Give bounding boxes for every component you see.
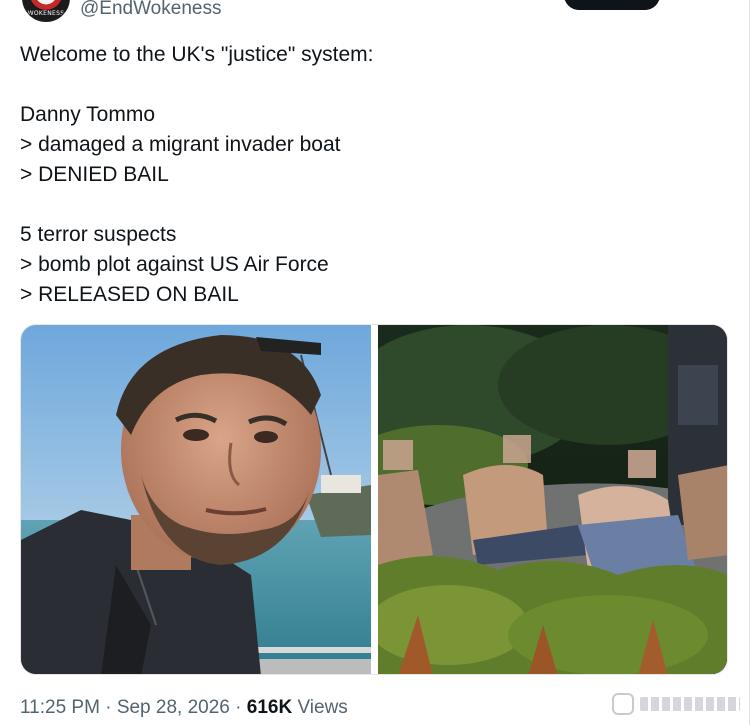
meta-separator: · (235, 697, 242, 718)
tweet-media (20, 324, 728, 675)
photo-group-arrest[interactable] (378, 325, 727, 674)
tweet-detail: WOKENESS @EndWokeness Welcome to the UK'… (0, 0, 750, 725)
views-count: 616K (246, 697, 293, 718)
tweet-line: > RELEASED ON BAIL (20, 283, 239, 306)
tweet-line: Danny Tommo (20, 103, 156, 126)
watermark-logo-icon (612, 693, 634, 715)
tweet-line: 5 terror suspects (20, 223, 177, 246)
author-handle[interactable]: @EndWokeness (80, 0, 221, 21)
tweet-line: Welcome to the UK's "justice" system: (20, 43, 374, 66)
tweet-time[interactable]: 11:25 PM (20, 697, 100, 718)
more-options-icon[interactable] (676, 0, 696, 4)
tweet-meta: 11:25 PM · Sep 28, 2026 · 616K Views (20, 696, 348, 720)
tweet-text: Welcome to the UK's "justice" system: Da… (20, 40, 720, 310)
tweet-line: > damaged a migrant invader boat (20, 133, 341, 156)
avatar-logo-text: WOKENESS (27, 10, 65, 17)
photo-man-on-boat[interactable] (21, 325, 371, 674)
tweet-date[interactable]: Sep 28, 2026 (117, 697, 230, 718)
views-label: Views (297, 697, 348, 718)
tweet-line: > bomb plot against US Air Force (20, 253, 329, 276)
follow-button[interactable] (564, 0, 660, 10)
watermark (612, 690, 740, 718)
meta-separator: · (105, 697, 112, 718)
avatar[interactable]: WOKENESS (22, 0, 70, 22)
watermark-text-graphic (640, 697, 740, 711)
tweet-line: > DENIED BAIL (20, 163, 169, 186)
